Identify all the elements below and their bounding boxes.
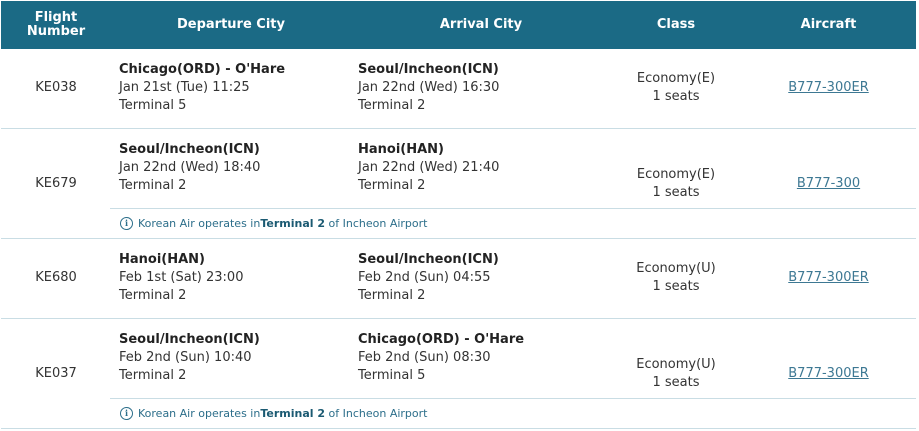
aircraft-cell: B777-300 bbox=[741, 176, 916, 191]
terminal-note-terminal: Terminal 2 bbox=[260, 217, 326, 230]
terminal-note-text-pre: Korean Air operates in bbox=[138, 407, 261, 420]
arrival-city-cell: Seoul/Incheon(ICN) Feb 2nd (Sun) 04:55 Ter… bbox=[358, 251, 611, 305]
aircraft-cell: B777-300ER bbox=[741, 366, 916, 381]
header-flight-number: Flight Number bbox=[1, 1, 111, 49]
departure-terminal: Terminal 2 bbox=[119, 368, 187, 383]
table-row: KE037 Seoul/Incheon(ICN) Feb 2nd (Sun) 10:… bbox=[1, 319, 916, 429]
aircraft-link[interactable]: B777-300ER bbox=[788, 80, 868, 95]
arrival-terminal: Terminal 2 bbox=[358, 98, 426, 113]
departure-city-name: Chicago(ORD) - O'Hare bbox=[119, 62, 286, 77]
departure-city-cell: Hanoi(HAN) Feb 1st (Sat) 23:00 Terminal 2 bbox=[119, 251, 351, 305]
class-cell: Economy(E) 1 seats bbox=[611, 70, 741, 106]
aircraft-link[interactable]: B777-300ER bbox=[788, 366, 868, 381]
arrival-time: Feb 2nd (Sun) 08:30 bbox=[358, 350, 491, 365]
flight-number: KE680 bbox=[35, 270, 77, 285]
terminal-note-text-pre: Korean Air operates in bbox=[138, 217, 261, 230]
arrival-terminal: Terminal 2 bbox=[358, 178, 426, 193]
header-arrival-city: Arrival City bbox=[439, 17, 523, 32]
departure-city-name: Seoul/Incheon(ICN) bbox=[119, 332, 260, 347]
arrival-city-name: Seoul/Incheon(ICN) bbox=[358, 62, 499, 77]
class-cell: Economy(E) 1 seats bbox=[611, 166, 741, 202]
departure-city-cell: Seoul/Incheon(ICN) Jan 22nd (Wed) 18:40 Te… bbox=[119, 141, 351, 195]
header-departure-city: Departure City bbox=[176, 17, 285, 32]
cabin-class: Economy(U) bbox=[636, 261, 716, 276]
terminal-note-terminal: Terminal 2 bbox=[260, 407, 326, 420]
flight-rows: KE038 Chicago(ORD) - O'Hare Jan 21st (Tue)… bbox=[1, 49, 916, 429]
class-cell: Economy(U) 1 seats bbox=[611, 260, 741, 296]
departure-time: Jan 22nd (Wed) 18:40 bbox=[119, 160, 261, 175]
table-row: KE038 Chicago(ORD) - O'Hare Jan 21st (Tue)… bbox=[1, 49, 916, 129]
terminal-note-text-post: of Incheon Airport bbox=[325, 407, 428, 420]
arrival-time: Feb 2nd (Sun) 04:55 bbox=[358, 270, 491, 285]
seat-count: 1 seats bbox=[652, 279, 700, 294]
flight-number: KE037 bbox=[35, 366, 77, 381]
arrival-time: Jan 22nd (Wed) 16:30 bbox=[358, 80, 500, 95]
table-row: KE679 Seoul/Incheon(ICN) Jan 22nd (Wed) 18… bbox=[1, 129, 916, 239]
arrival-city-cell: Seoul/Incheon(ICN) Jan 22nd (Wed) 16:30 Te… bbox=[358, 61, 611, 115]
aircraft-link[interactable]: B777-300 bbox=[797, 176, 860, 191]
arrival-city-name: Hanoi(HAN) bbox=[358, 142, 444, 157]
class-cell: Economy(U) 1 seats bbox=[611, 356, 741, 392]
departure-city-name: Seoul/Incheon(ICN) bbox=[119, 142, 260, 157]
arrival-city-name: Seoul/Incheon(ICN) bbox=[358, 252, 499, 267]
aircraft-link[interactable]: B777-300ER bbox=[788, 270, 868, 285]
cabin-class: Economy(E) bbox=[636, 71, 716, 86]
departure-time: Feb 2nd (Sun) 10:40 bbox=[119, 350, 252, 365]
departure-terminal: Terminal 2 bbox=[119, 288, 187, 303]
departure-time: Jan 21st (Tue) 11:25 bbox=[119, 80, 250, 95]
arrival-terminal: Terminal 5 bbox=[358, 368, 426, 383]
seat-count: 1 seats bbox=[652, 185, 700, 200]
arrival-city-cell: Chicago(ORD) - O'Hare Feb 2nd (Sun) 08:30… bbox=[358, 331, 611, 385]
terminal-note-text-post: of Incheon Airport bbox=[325, 217, 428, 230]
departure-time: Feb 1st (Sat) 23:00 bbox=[119, 270, 244, 285]
info-icon: i bbox=[120, 217, 133, 230]
cabin-class: Economy(E) bbox=[636, 167, 716, 182]
seat-count: 1 seats bbox=[652, 89, 700, 104]
arrival-terminal: Terminal 2 bbox=[358, 288, 426, 303]
header-flight-number-label: Flight Number bbox=[26, 10, 86, 39]
departure-city-cell: Seoul/Incheon(ICN) Feb 2nd (Sun) 10:40 Ter… bbox=[119, 331, 351, 385]
table-header: Flight Number Departure City Arrival Cit… bbox=[1, 1, 916, 49]
aircraft-cell: B777-300ER bbox=[741, 80, 916, 95]
header-aircraft: Aircraft bbox=[800, 17, 857, 32]
flight-number: KE679 bbox=[35, 176, 77, 191]
arrival-city-cell: Hanoi(HAN) Jan 22nd (Wed) 21:40 Terminal 2 bbox=[358, 141, 611, 195]
departure-city-name: Hanoi(HAN) bbox=[119, 252, 205, 267]
itinerary-table: Flight Number Departure City Arrival Cit… bbox=[1, 1, 916, 429]
arrival-time: Jan 22nd (Wed) 21:40 bbox=[358, 160, 500, 175]
table-row: KE680 Hanoi(HAN) Feb 1st (Sat) 23:00 Termin… bbox=[1, 239, 916, 319]
departure-terminal: Terminal 5 bbox=[119, 98, 187, 113]
departure-city-cell: Chicago(ORD) - O'Hare Jan 21st (Tue) 11:2… bbox=[119, 61, 351, 115]
cabin-class: Economy(U) bbox=[636, 357, 716, 372]
info-icon: i bbox=[120, 407, 133, 420]
header-class: Class bbox=[656, 17, 696, 32]
arrival-city-name: Chicago(ORD) - O'Hare bbox=[358, 332, 525, 347]
terminal-note: i Korean Air operates in Terminal 2 of In… bbox=[110, 208, 916, 238]
departure-terminal: Terminal 2 bbox=[119, 178, 187, 193]
flight-number: KE038 bbox=[35, 80, 77, 95]
terminal-note: i Korean Air operates in Terminal 2 of In… bbox=[110, 398, 916, 428]
seat-count: 1 seats bbox=[652, 375, 700, 390]
aircraft-cell: B777-300ER bbox=[741, 270, 916, 285]
